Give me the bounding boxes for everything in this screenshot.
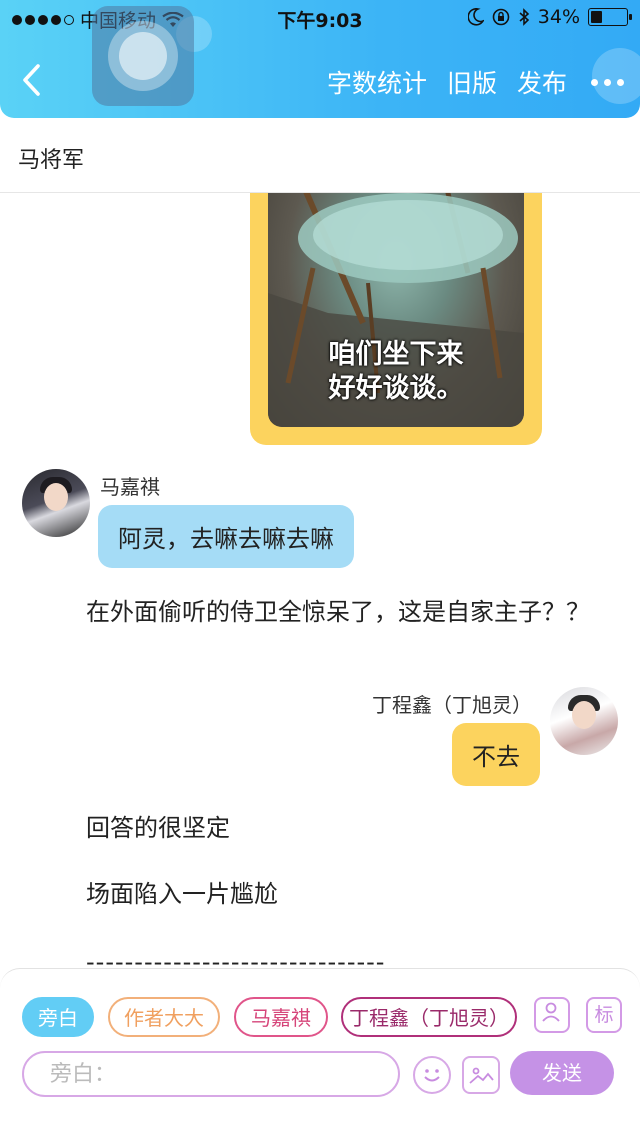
bluetooth-icon — [519, 8, 529, 26]
assistive-touch-button[interactable] — [92, 6, 194, 106]
avatar[interactable] — [22, 469, 90, 537]
chapter-title-bar: 马将军 — [0, 118, 640, 193]
narration-text[interactable]: 在外面偷听的侍卫全惊呆了，这是自家主子？？ — [36, 595, 596, 629]
page-title[interactable]: 马将军 — [18, 142, 84, 174]
narration-text[interactable]: 场面陷入一片尴尬 — [86, 877, 278, 911]
sender-name: 丁程鑫（丁旭灵） — [372, 693, 532, 717]
chevron-left-icon — [23, 64, 40, 96]
divider-line: ------------------------------- — [86, 948, 386, 968]
meme-caption: 咱们坐下来 好好谈谈。 — [268, 338, 524, 406]
back-button[interactable] — [20, 62, 54, 102]
emoji-icon[interactable] — [413, 1056, 451, 1094]
chat-bubble-left[interactable]: 阿灵，去嘛去嘛去嘛 — [98, 505, 354, 568]
battery-percent: 34% — [537, 6, 580, 28]
battery-icon — [588, 8, 632, 26]
character-manager-icon[interactable] — [534, 997, 570, 1033]
battery-level — [591, 11, 602, 23]
composer-panel: 旁白 作者大大 马嘉祺 丁程鑫（丁旭灵） 标 发送 — [0, 968, 640, 1140]
word-count-button[interactable]: 字数统计 — [327, 64, 427, 100]
more-dots-icon[interactable] — [591, 78, 624, 86]
narration-text[interactable]: 回答的很坚定 — [86, 811, 230, 845]
moon-icon — [467, 8, 484, 26]
app-header: 中国移动 下午9:03 34% — [0, 0, 640, 118]
chat-bubble-right[interactable]: 不去 — [452, 723, 540, 786]
avatar[interactable] — [550, 687, 618, 755]
message-input[interactable] — [22, 1051, 400, 1097]
role-chip-ma-jiaqi[interactable]: 马嘉祺 — [234, 997, 328, 1037]
role-chip-narration[interactable]: 旁白 — [22, 997, 94, 1037]
meme-caption-line2: 好好谈谈。 — [328, 373, 464, 404]
role-chip-author[interactable]: 作者大大 — [108, 997, 220, 1037]
image-message[interactable]: 咱们坐下来 好好谈谈。 — [250, 193, 542, 445]
story-content[interactable]: 咱们坐下来 好好谈谈。 马嘉祺 阿灵，去嘛去嘛去嘛 在外面偷听的侍卫全惊呆了，这… — [0, 193, 640, 968]
role-chip-ding-chengxin[interactable]: 丁程鑫（丁旭灵） — [341, 997, 517, 1037]
rotation-lock-icon — [492, 8, 510, 26]
send-button[interactable]: 发送 — [510, 1051, 614, 1095]
sender-name: 马嘉祺 — [100, 475, 160, 499]
old-version-button[interactable]: 旧版 — [447, 64, 497, 100]
publish-button[interactable]: 发布 — [517, 64, 567, 100]
image-icon[interactable] — [462, 1056, 500, 1094]
meme-image: 咱们坐下来 好好谈谈。 — [268, 193, 524, 427]
meme-caption-line1: 咱们坐下来 — [328, 339, 464, 370]
tag-button[interactable]: 标 — [586, 997, 622, 1033]
